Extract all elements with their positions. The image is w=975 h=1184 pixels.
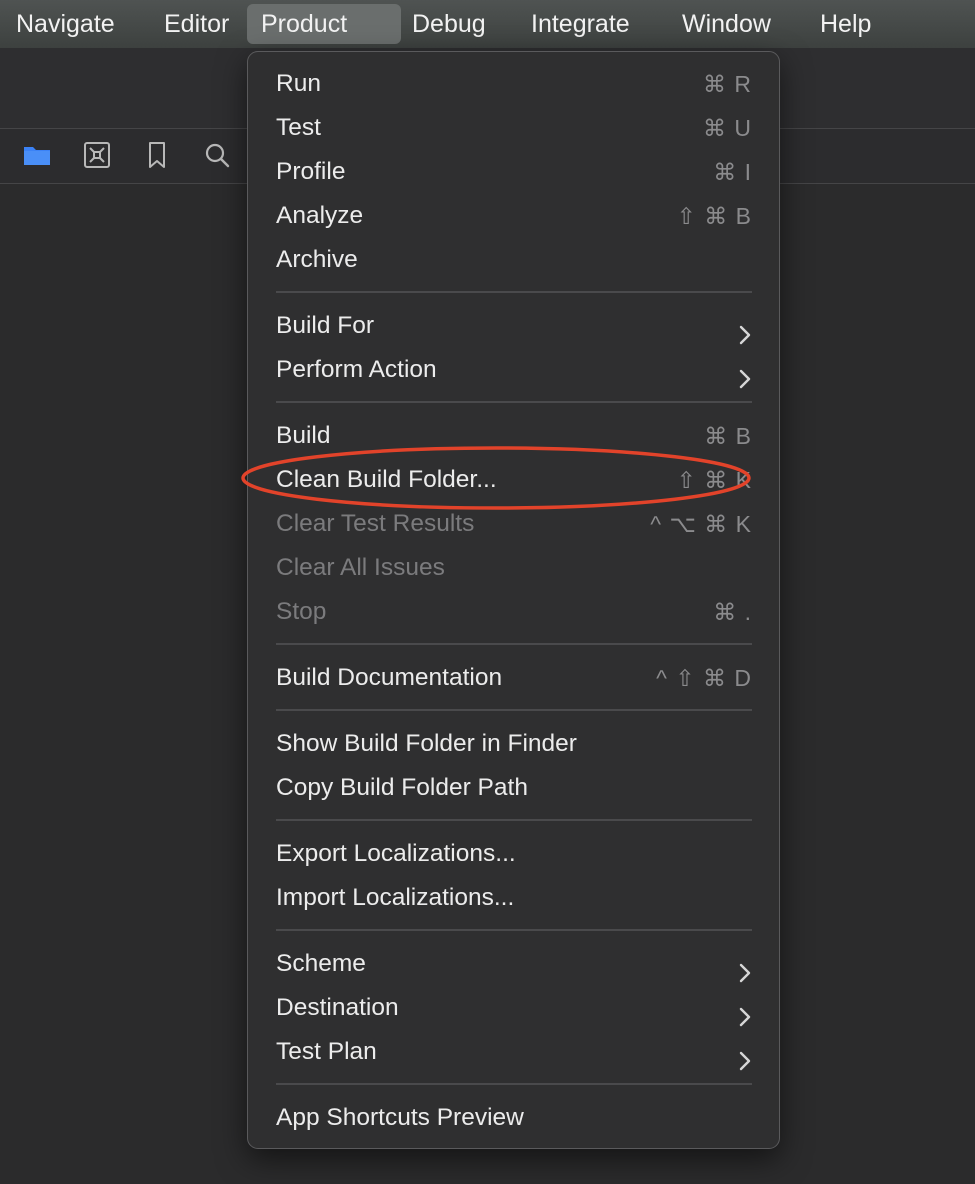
menu-item-run[interactable]: Run ⌘ R (276, 62, 752, 106)
chevron-right-icon (738, 954, 752, 983)
menu-separator (276, 1083, 752, 1085)
menu-item-label: Build Documentation (276, 664, 503, 691)
menu-separator (276, 819, 752, 821)
product-menu: Run ⌘ R Test ⌘ U Profile ⌘ I Analyze ⇧ ⌘ B A… (247, 51, 780, 1149)
menu-editor[interactable]: Editor (150, 4, 243, 44)
menu-integrate[interactable]: Integrate (517, 4, 644, 44)
menu-item-scheme[interactable]: Scheme (276, 942, 752, 986)
menu-item-test-plan[interactable]: Test Plan (276, 1030, 752, 1074)
menu-item-label: Build For (276, 312, 375, 339)
menu-item-label: Profile (276, 158, 346, 185)
menu-debug[interactable]: Debug (398, 4, 500, 44)
chevron-right-icon (738, 360, 752, 389)
source-control-icon[interactable] (82, 140, 112, 170)
shortcut-label: ⇧ ⌘ B (676, 203, 752, 229)
menu-item-label: Test Plan (276, 1038, 377, 1065)
menu-help[interactable]: Help (806, 4, 885, 44)
menu-separator (276, 643, 752, 645)
menu-item-label: Copy Build Folder Path (276, 774, 528, 801)
menu-item-label: Destination (276, 994, 399, 1021)
menu-item-label: Build (276, 422, 331, 449)
menu-item-label: Scheme (276, 950, 366, 977)
menu-item-label: App Shortcuts Preview (276, 1104, 524, 1131)
shortcut-label: ⌘ . (713, 599, 752, 625)
chevron-right-icon (738, 316, 752, 345)
chevron-right-icon (738, 1042, 752, 1071)
menu-item-perform-action[interactable]: Perform Action (276, 348, 752, 392)
menu-item-show-build-folder[interactable]: Show Build Folder in Finder (276, 722, 752, 766)
menu-item-build-documentation[interactable]: Build Documentation ^ ⇧ ⌘ D (276, 656, 752, 700)
menu-bar: Navigate Editor Product Debug Integrate … (0, 0, 975, 48)
menu-item-label: Stop (276, 598, 327, 625)
menu-item-label: Archive (276, 246, 358, 273)
shortcut-label: ^ ⇧ ⌘ D (656, 665, 752, 691)
menu-item-label: Import Localizations... (276, 884, 515, 911)
shortcut-label: ⌘ B (704, 423, 752, 449)
menu-item-copy-build-folder-path[interactable]: Copy Build Folder Path (276, 766, 752, 810)
menu-item-label: Perform Action (276, 356, 437, 383)
menu-item-destination[interactable]: Destination (276, 986, 752, 1030)
menu-item-stop: Stop ⌘ . (276, 590, 752, 634)
shortcut-label: ^ ⌥ ⌘ K (650, 511, 752, 537)
menu-item-build[interactable]: Build ⌘ B (276, 414, 752, 458)
menu-product[interactable]: Product (247, 4, 401, 44)
menu-separator (276, 709, 752, 711)
menu-item-clear-all-issues: Clear All Issues (276, 546, 752, 590)
menu-item-profile[interactable]: Profile ⌘ I (276, 150, 752, 194)
shortcut-label: ⇧ ⌘ K (676, 467, 752, 493)
menu-item-import-localizations[interactable]: Import Localizations... (276, 876, 752, 920)
menu-item-label: Analyze (276, 202, 364, 229)
shortcut-label: ⌘ U (703, 115, 752, 141)
menu-item-archive[interactable]: Archive (276, 238, 752, 282)
menu-item-label: Export Localizations... (276, 840, 516, 867)
chevron-right-icon (738, 998, 752, 1027)
menu-item-label: Clean Build Folder... (276, 466, 497, 493)
bookmark-icon[interactable] (142, 140, 172, 170)
search-icon[interactable] (202, 140, 232, 170)
menu-item-test[interactable]: Test ⌘ U (276, 106, 752, 150)
menu-item-label: Test (276, 114, 321, 141)
menu-navigate[interactable]: Navigate (2, 4, 129, 44)
menu-separator (276, 929, 752, 931)
menu-item-build-for[interactable]: Build For (276, 304, 752, 348)
menu-item-label: Run (276, 70, 321, 97)
menu-item-label: Clear Test Results (276, 510, 475, 537)
menu-window[interactable]: Window (668, 4, 785, 44)
menu-item-analyze[interactable]: Analyze ⇧ ⌘ B (276, 194, 752, 238)
menu-item-label: Show Build Folder in Finder (276, 730, 577, 757)
shortcut-label: ⌘ I (713, 159, 752, 185)
menu-item-clean-build-folder[interactable]: Clean Build Folder... ⇧ ⌘ K (276, 458, 752, 502)
folder-icon[interactable] (22, 140, 52, 170)
menu-item-label: Clear All Issues (276, 554, 445, 581)
menu-separator (276, 401, 752, 403)
shortcut-label: ⌘ R (703, 71, 752, 97)
menu-separator (276, 291, 752, 293)
menu-item-export-localizations[interactable]: Export Localizations... (276, 832, 752, 876)
menu-item-app-shortcuts-preview[interactable]: App Shortcuts Preview (276, 1096, 752, 1140)
menu-item-clear-test-results: Clear Test Results ^ ⌥ ⌘ K (276, 502, 752, 546)
